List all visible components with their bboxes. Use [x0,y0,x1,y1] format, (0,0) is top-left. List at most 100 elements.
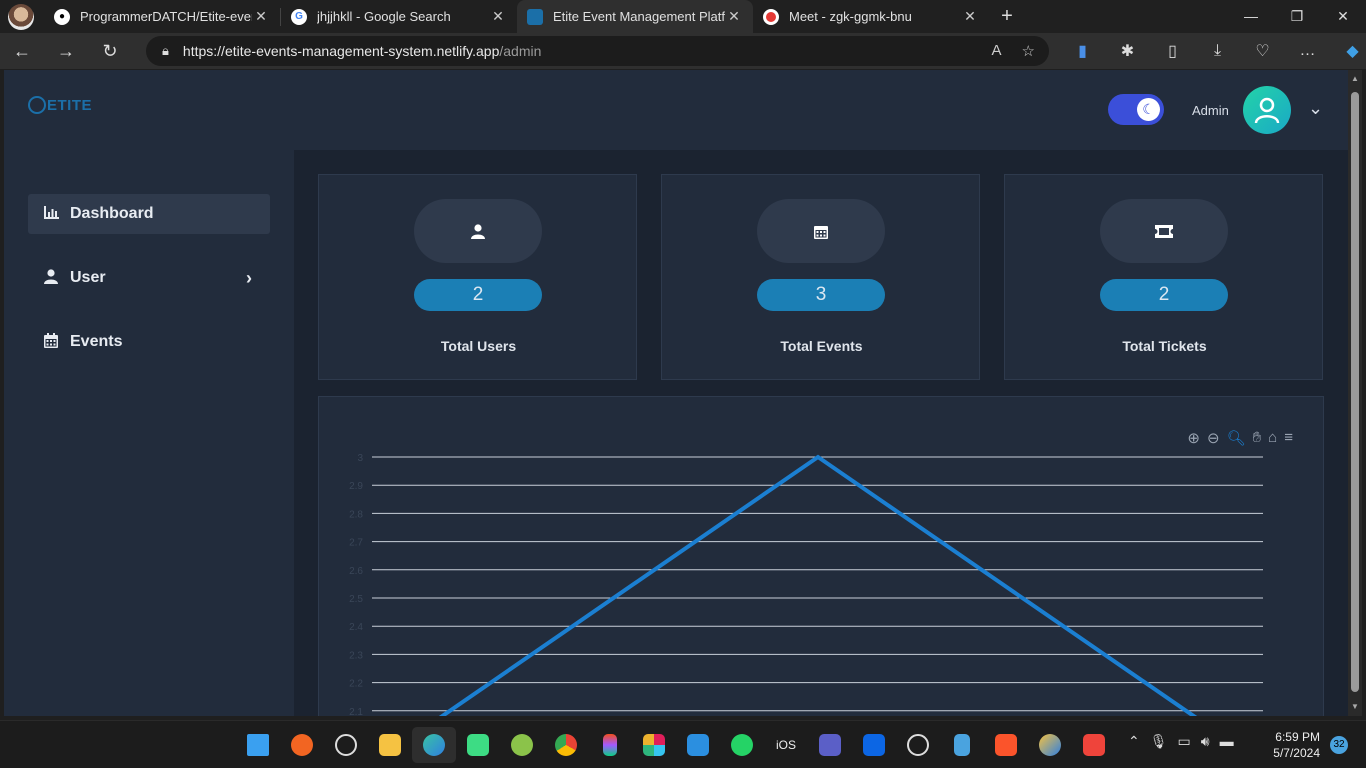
notification-badge[interactable]: 32 [1330,736,1348,754]
tab-google-search[interactable]: G jhjjhkll - Google Search ✕ [281,0,517,33]
sidebar-item-label: User [70,269,106,286]
slack-icon[interactable] [632,727,676,763]
close-window-icon[interactable]: ✕ [1320,0,1366,33]
url-field[interactable]: 🔒︎ https://etite-events-management-syste… [146,36,1049,66]
tab-title: jhjjhkll - Google Search [317,9,451,24]
app-icon[interactable] [280,727,324,763]
brave-icon[interactable] [984,727,1028,763]
tab-title: Etite Event Management Platform [553,9,725,24]
taskbar-apps: iOS [236,727,1116,763]
sidebar-item-label: Events [70,333,123,350]
scroll-up-icon[interactable]: ▲ [1351,74,1359,83]
y-tick-label: 2.9 [349,481,363,492]
download-icon[interactable]: ⤓ [1195,42,1240,60]
chevron-right-icon[interactable]: › [246,268,252,289]
user-icon [44,269,70,287]
stat-value: 2 [1100,279,1228,311]
sidebar-item-events[interactable]: Events [28,322,270,362]
y-tick-label: 2.5 [349,594,363,605]
user-avatar-icon [1254,97,1280,124]
app-icon[interactable] [500,727,544,763]
volume-icon[interactable]: 🔊︎ [1201,733,1210,750]
url-path: /admin [499,43,542,59]
sidebar-item-dashboard[interactable]: Dashboard [28,194,270,234]
series-line [438,454,1198,716]
display-icon[interactable]: ▭ [1178,733,1191,750]
browser-extensions: ▮ ✱ ▯ ⤓ ♡ … ◆ [1060,33,1366,69]
microphone-icon[interactable]: 🎙︎ [1150,733,1168,750]
copilot-icon[interactable]: ◆ [1330,41,1366,61]
site-icon [527,8,543,25]
file-explorer-icon[interactable] [368,727,412,763]
address-toolbar: ← → ↻ 🔒︎ https://etite-events-management… [0,33,1366,69]
new-tab-button[interactable]: + [989,5,1025,28]
start-icon[interactable] [236,727,280,763]
sidebar: Dashboard User › Events [4,150,294,716]
tab-meet[interactable]: Meet - zgk-ggmk-bnu ✕ [753,0,989,33]
refresh-icon[interactable]: ↻ [88,41,132,62]
page-scrollbar[interactable]: ▲ ▼ [1348,70,1362,716]
ticket-icon [1100,199,1228,263]
meet-icon [763,8,779,25]
app-icon[interactable] [1028,727,1072,763]
y-tick-label: 2.7 [349,538,363,549]
read-aloud-icon[interactable]: A [992,42,1002,60]
ios-app-icon[interactable]: iOS [764,727,808,763]
line-chart: 3 2.9 2.8 2.7 2.6 2.5 2.4 2.3 2.2 2.1 [349,453,1263,716]
date-text: 5/7/2024 [1273,746,1320,760]
more-icon[interactable]: … [1285,42,1330,60]
avatar[interactable] [1243,86,1291,134]
puzzle-icon[interactable]: ✱ [1105,41,1150,61]
logo-text: ETITE [47,96,93,114]
whatsapp-icon[interactable] [720,727,764,763]
stat-card-users: 2 Total Users [318,174,637,380]
time-text: 6:59 PM [1275,730,1320,744]
sidebar-item-label: Dashboard [70,205,154,222]
user-icon [414,199,542,263]
github-icon: ● [54,8,70,25]
sidebar-item-user[interactable]: User › [28,258,270,298]
restore-icon[interactable]: ❐ [1274,0,1320,33]
anydesk-icon[interactable] [1072,727,1116,763]
theme-toggle[interactable]: ☾ [1108,94,1164,125]
scroll-down-icon[interactable]: ▼ [1351,702,1359,711]
close-tab-icon[interactable]: ✕ [489,8,507,25]
vscode-icon[interactable] [676,727,720,763]
minimize-icon[interactable]: — [1228,0,1274,33]
close-tab-icon[interactable]: ✕ [252,8,270,25]
profile-avatar[interactable] [8,3,34,30]
top-navbar: ETITE ☾ Admin ⌄ [4,70,1348,150]
chevron-up-icon[interactable]: ⌃ [1128,733,1140,750]
stat-label: Total Users [440,338,517,354]
trello-icon[interactable] [852,727,896,763]
close-tab-icon[interactable]: ✕ [725,8,743,25]
tab-title: ProgrammerDATCH/Etite-events- [80,9,252,24]
teams-icon[interactable] [808,727,852,763]
clock[interactable]: 6:59 PM 5/7/2024 [1264,729,1320,761]
forward-icon[interactable]: → [44,41,88,62]
extension-icon[interactable]: ▮ [1060,41,1105,61]
obs-icon[interactable] [896,727,940,763]
android-studio-icon[interactable] [456,727,500,763]
lock-icon[interactable]: 🔒︎ [162,43,169,59]
logo[interactable]: ETITE [28,96,92,114]
favorite-star-icon[interactable]: ☆ [1022,42,1035,60]
back-icon[interactable]: ← [0,41,44,62]
notepad-icon[interactable] [940,727,984,763]
scroll-thumb[interactable] [1351,92,1359,692]
split-screen-icon[interactable]: ▯ [1150,41,1195,61]
stat-card-tickets: 2 Total Tickets [1004,174,1323,380]
tab-github[interactable]: ● ProgrammerDATCH/Etite-events- ✕ [44,0,280,33]
google-icon: G [291,8,307,25]
battery-icon[interactable]: ▬ [1220,733,1234,750]
chevron-down-icon[interactable]: ⌄ [1308,98,1323,119]
url-actions: A ☆ [992,42,1035,60]
tab-etite[interactable]: Etite Event Management Platform ✕ [517,0,753,33]
figma-icon[interactable] [588,727,632,763]
chatgpt-icon[interactable] [324,727,368,763]
close-tab-icon[interactable]: ✕ [961,8,979,25]
health-icon[interactable]: ♡ [1240,41,1285,61]
chrome-icon[interactable] [544,727,588,763]
calendar-icon [757,199,885,263]
edge-icon[interactable] [412,727,456,763]
